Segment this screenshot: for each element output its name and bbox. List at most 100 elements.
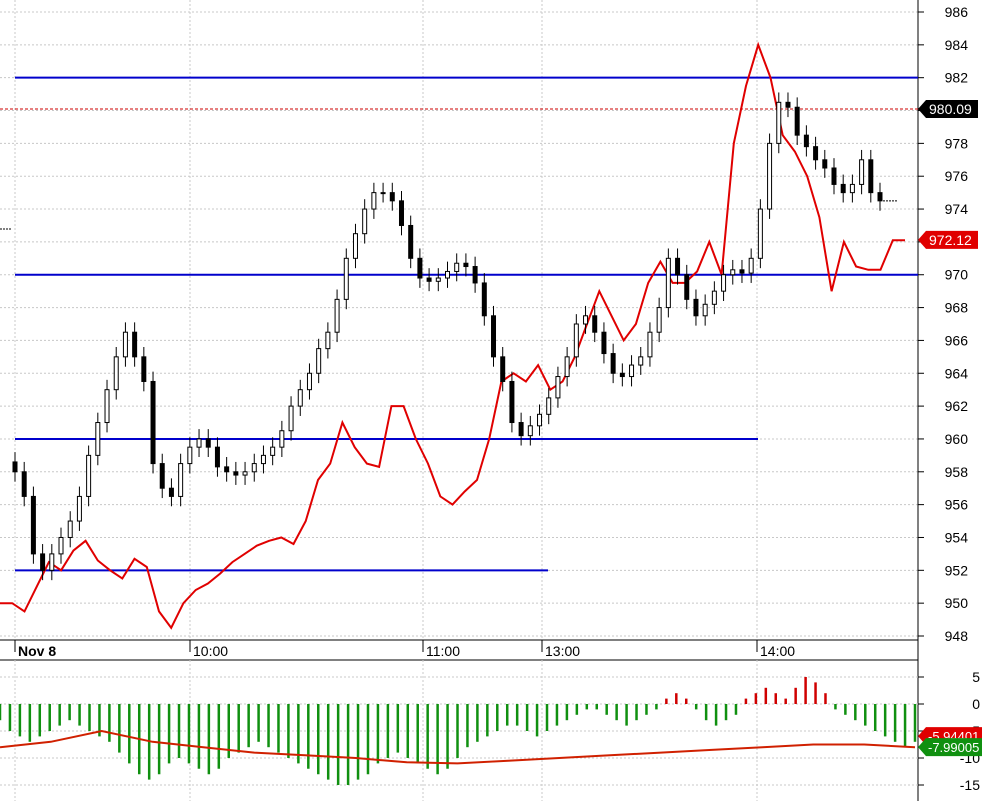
x-tick-label: 11:00 [426,643,460,659]
candle-body [767,142,773,210]
candle-body [426,277,432,282]
candle-body [371,192,377,210]
candle-body [58,536,64,555]
candle-body [417,257,423,279]
candle-body [656,307,662,333]
candle-body [794,106,800,136]
price-flag-label: 972.12 [929,232,972,248]
candle-body [435,277,441,282]
candle-body [454,262,460,272]
candle-body [168,487,174,497]
chart: 9489509529549569589609629649669689709729… [0,0,982,801]
candle-body [325,331,331,350]
price-y-tick-label: 974 [945,201,969,217]
candle-body [270,446,276,456]
candle-body [159,463,165,489]
candle-body [868,159,874,194]
candle-body [40,553,46,571]
price-y-tick-label: 948 [945,628,969,644]
candle-body [721,274,727,292]
candle-body [297,389,303,407]
candle-body [693,298,699,317]
candle-body [288,405,294,432]
candle-body [509,380,515,424]
price-y-tick-label: 952 [945,562,969,578]
candle-body [684,274,690,300]
candle-body [214,446,220,468]
candle-body [380,192,386,195]
x-tick-label: Nov 8 [18,643,56,659]
x-tick-label: 13:00 [545,643,580,659]
candle-body [555,376,561,399]
candle-body [831,167,837,185]
candle-body [233,471,239,476]
candle-body [518,422,524,437]
candle-body [619,372,625,378]
candle-body [343,257,349,300]
candle-body [122,331,128,358]
candle-body [242,471,248,476]
candle-body [776,101,782,144]
candle-body [583,315,589,325]
candle-body [675,257,681,276]
candle-body [398,200,404,226]
candle-body [104,389,110,424]
candle-body [822,159,828,169]
candle-body [95,422,101,456]
candle-body [730,269,736,276]
x-tick-label: 10:00 [193,643,228,659]
x-tick-label: 14:00 [760,643,795,659]
candle-body [260,454,266,465]
price-y-tick-label: 982 [945,70,969,86]
candle-body [546,397,552,415]
candle-body [500,356,506,382]
price-y-tick-label: 950 [945,595,969,611]
candle-body [785,101,791,108]
price-y-tick-label: 960 [945,431,969,447]
candle-body [840,183,846,194]
candle-body [306,372,312,391]
candle-body [813,146,819,161]
candle-body [527,425,533,437]
price-y-tick-label: 976 [945,168,969,184]
candle-body [472,266,478,284]
candle-body [877,192,883,202]
price-y-tick-label: 956 [945,497,969,513]
candle-body [849,183,855,194]
candle-body [316,348,322,374]
price-y-tick-label: 958 [945,464,969,480]
candle-body [408,224,414,259]
candle-body [334,298,340,333]
candle-body [629,364,635,378]
price-y-tick-label: 978 [945,135,969,151]
candle-body [12,461,18,473]
candle-body [76,495,82,522]
price-y-tick-label: 970 [945,267,969,283]
candle-body [132,331,138,358]
osc-flag-label: -7.99005 [928,740,979,755]
candle-body [647,331,653,358]
candle-body [739,269,745,274]
price-y-tick-label: 964 [945,365,969,381]
candle-body [21,471,27,497]
candle-body [196,438,202,448]
candle-body [113,356,119,391]
candle-body [638,356,644,366]
price-y-tick-label: 986 [945,4,969,20]
candle-body [748,257,754,274]
candle-body [573,323,579,358]
price-y-tick-label: 984 [945,37,969,53]
candle-body [141,356,147,382]
price-flag-label: 980.09 [929,101,972,117]
candle-body [150,380,156,465]
candle-body [224,466,230,473]
candle-body [702,303,708,317]
candle-body [49,553,55,571]
candle-body [601,331,607,355]
candle-body [389,192,395,202]
candle-body [711,290,717,305]
candle-body [362,208,368,235]
candle-body [279,430,285,448]
candle-body [463,262,469,268]
candle-body [757,208,763,259]
